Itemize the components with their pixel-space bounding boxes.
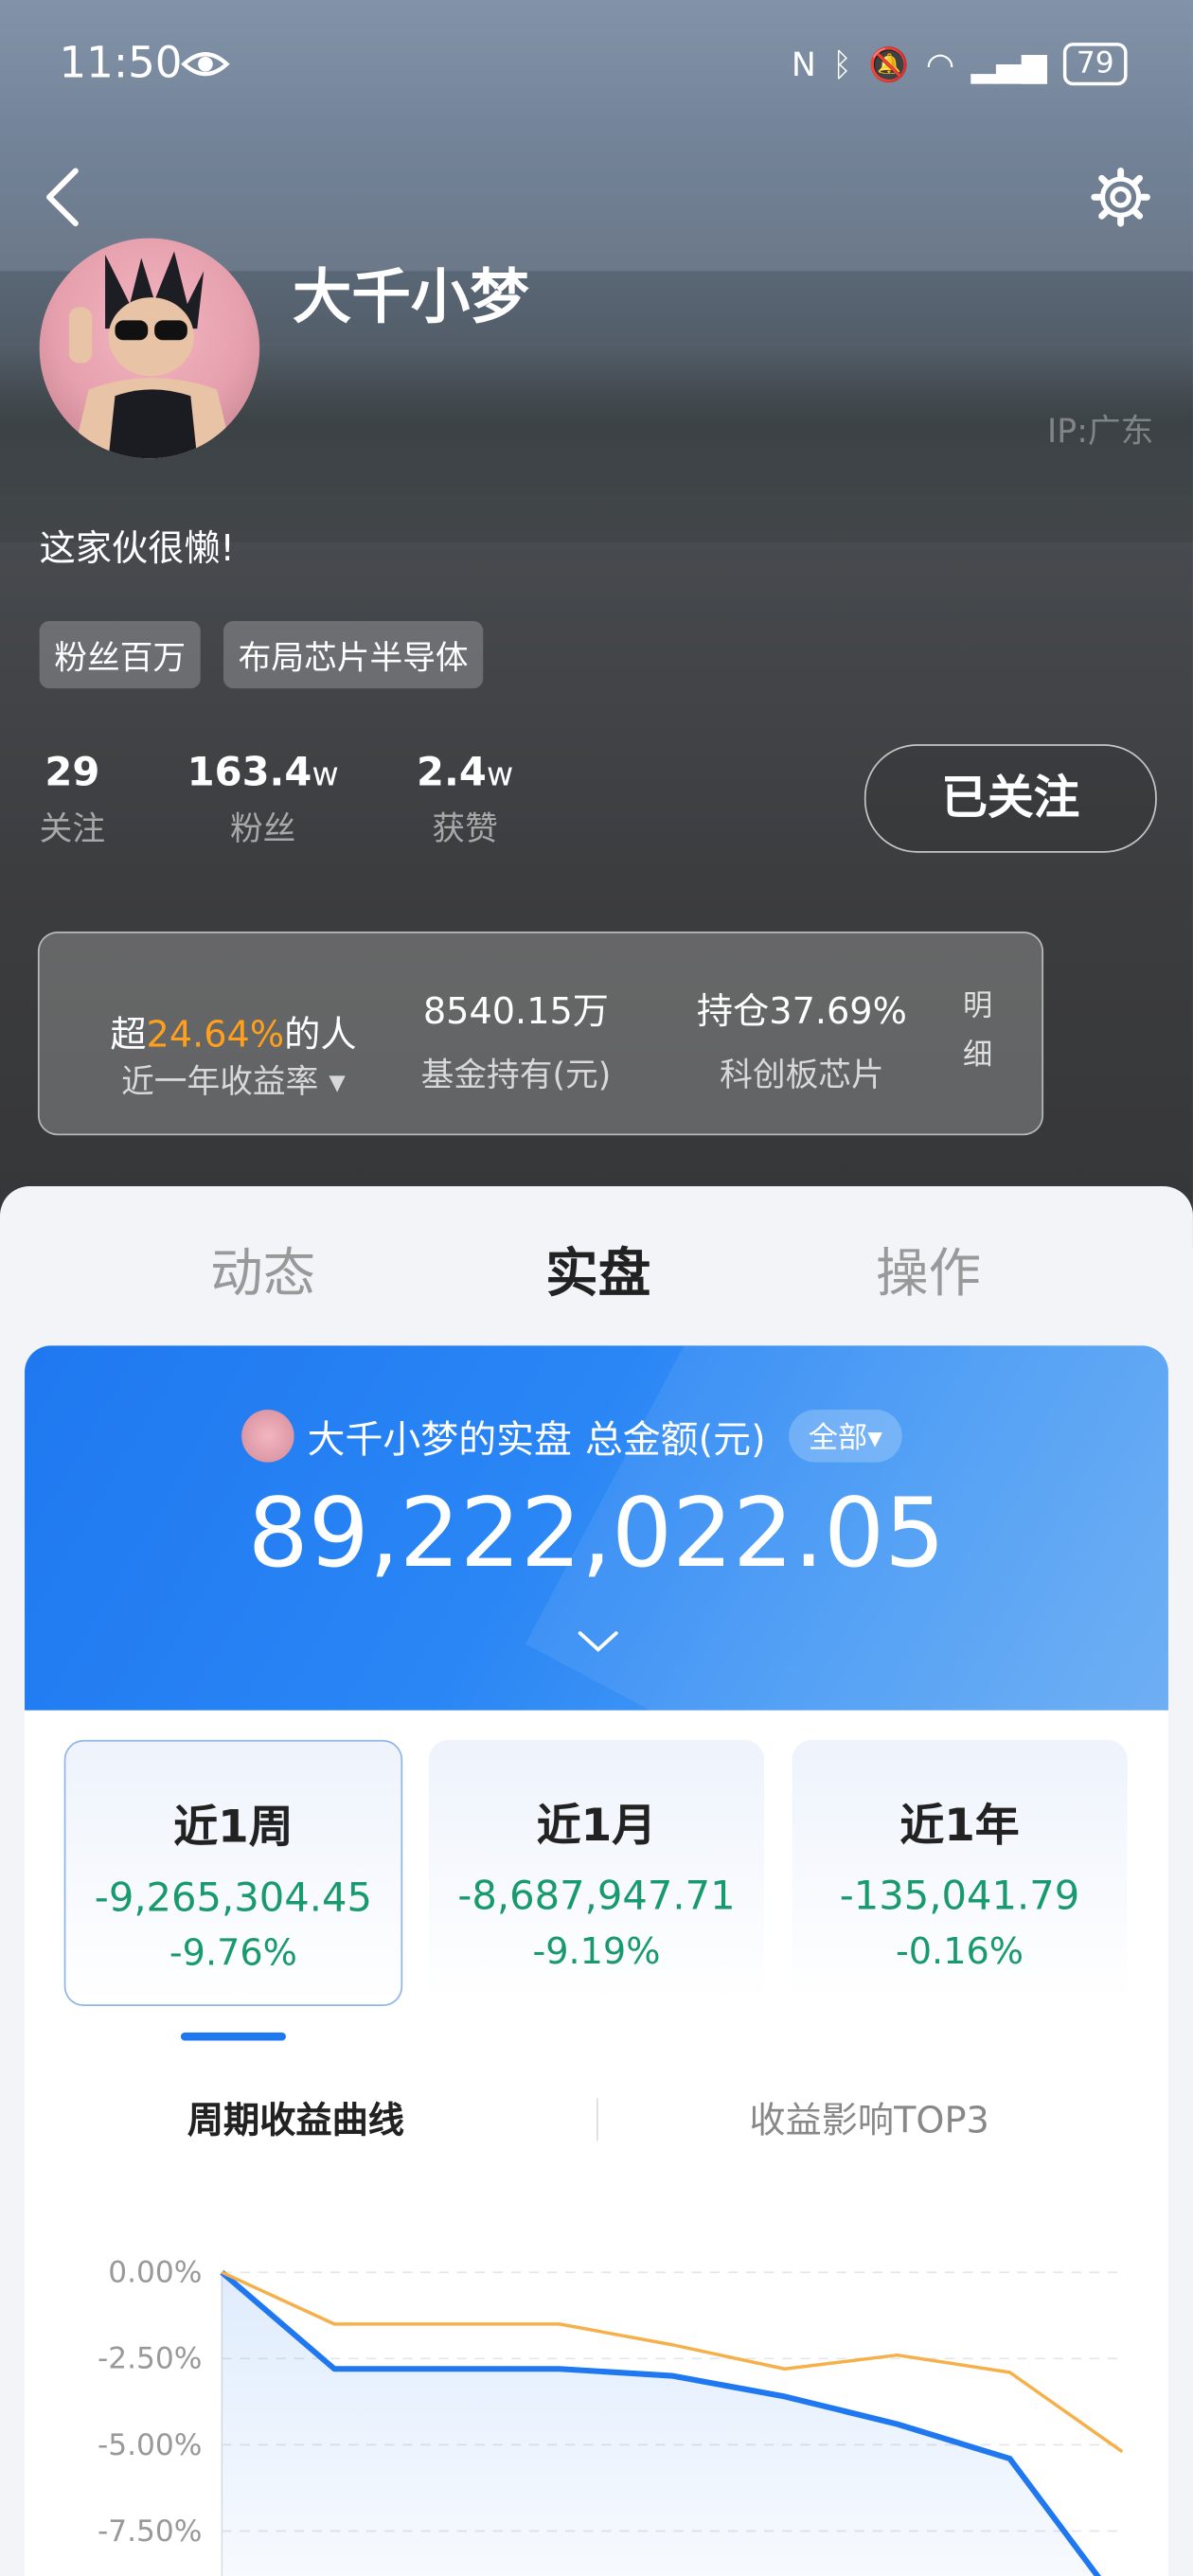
status-bar: 11:50 N ᛒ 🔕 ◠ ▂▄▆ 79 <box>0 0 1193 132</box>
period-card-month[interactable]: 近1月 -8,687,947.71 -9.19% <box>428 1739 765 2003</box>
profile-header: 11:50 N ᛒ 🔕 ◠ ▂▄▆ 79 大千小梦 IP:广东 这家伙很懒! 粉… <box>0 0 1193 1249</box>
mini-avatar <box>241 1410 294 1463</box>
stat-following[interactable]: 29 关注 <box>36 749 108 849</box>
account-total-card: 大千小梦的实盘 总金额(元) 全部▾ 89,222,022.05 <box>25 1345 1168 1711</box>
stat-fans[interactable]: 163.4w 粉丝 <box>177 749 347 849</box>
signal-icon: ▂▄▆ <box>970 44 1047 84</box>
stat-likes[interactable]: 2.4w 获赞 <box>407 749 522 849</box>
y-tick-label: 0.00% <box>108 2256 202 2290</box>
subtab-return-curve[interactable]: 周期收益曲线 <box>187 2091 404 2144</box>
tag[interactable]: 粉丝百万 <box>39 621 201 689</box>
tag-list: 粉丝百万 布局芯片半导体 <box>39 621 484 689</box>
period-card-year[interactable]: 近1年 -135,041.79 -0.16% <box>792 1739 1128 2003</box>
summary-card[interactable]: 超24.64%的人 近一年收益率 ▾ 8540.15万 基金持有(元) 持仓37… <box>37 932 1044 1136</box>
subtab-top3[interactable]: 收益影响TOP3 <box>749 2091 988 2144</box>
detail-link[interactable]: 明细 <box>963 983 996 1081</box>
dropdown-triangle-icon[interactable]: ▾ <box>329 1061 345 1101</box>
ip-location: IP:广东 <box>1047 410 1154 451</box>
performance-panel: 近1周 -9,265,304.45 -9.76% 近1月 -8,687,947.… <box>25 1710 1168 2576</box>
scope-dropdown[interactable]: 全部▾ <box>788 1410 902 1463</box>
fund-holding: 8540.15万 基金持有(元) <box>420 992 612 1094</box>
tab-posts[interactable]: 动态 <box>210 1233 315 1308</box>
position-ratio: 持仓37.69% 科创板芯片 <box>696 992 907 1094</box>
bluetooth-icon: ᛒ <box>832 44 852 84</box>
content-sheet: 动态 实盘 操作 大千小梦的实盘 总金额(元) 全部▾ 89,222,022.0… <box>0 1186 1193 2576</box>
y-tick-label: -5.00% <box>98 2428 202 2462</box>
dropdown-triangle-icon: ▾ <box>867 1421 882 1456</box>
selected-period-indicator <box>180 2032 286 2041</box>
yearly-beat: 超24.64%的人 近一年收益率 ▾ <box>110 1015 357 1101</box>
status-time: 11:50 <box>59 39 183 89</box>
chevron-down-icon[interactable] <box>575 1628 621 1655</box>
username: 大千小梦 <box>292 264 529 332</box>
tag[interactable]: 布局芯片半导体 <box>223 621 484 689</box>
total-amount: 89,222,022.05 <box>247 1477 946 1590</box>
app-screen: 11:50 N ᛒ 🔕 ◠ ▂▄▆ 79 大千小梦 IP:广东 这家伙很懒! 粉… <box>0 0 1193 2576</box>
period-card-week[interactable]: 近1周 -9,265,304.45 -9.76% <box>63 1739 403 2007</box>
bio: 这家伙很懒! <box>39 528 235 571</box>
total-label: 总金额(元) <box>584 1419 766 1463</box>
account-title: 大千小梦的实盘 <box>307 1419 572 1463</box>
eye-icon <box>181 52 230 77</box>
wifi-icon: ◠ <box>925 44 955 84</box>
tab-portfolio[interactable]: 实盘 <box>545 1233 650 1308</box>
return-curve-chart: 0.00%-2.50%-5.00%-7.50%-10.00% <box>98 2256 1124 2576</box>
avatar-figure <box>68 251 234 459</box>
tab-operations[interactable]: 操作 <box>876 1233 981 1308</box>
settings-gear-icon[interactable] <box>1088 161 1153 233</box>
nfc-icon: N <box>791 44 816 84</box>
y-tick-label: -2.50% <box>98 2342 202 2376</box>
back-icon[interactable] <box>33 161 98 233</box>
battery-icon: 79 <box>1063 43 1128 86</box>
avatar[interactable] <box>39 238 260 459</box>
primary-series-area <box>222 2272 1098 2576</box>
main-tabs: 动态 实盘 操作 <box>0 1186 1193 1341</box>
follow-button[interactable]: 已关注 <box>864 744 1157 853</box>
account-header: 大千小梦的实盘 总金额(元) 全部▾ <box>241 1408 902 1464</box>
mute-icon: 🔕 <box>868 44 910 84</box>
y-tick-label: -7.50% <box>98 2514 202 2549</box>
status-icons: N ᛒ 🔕 ◠ ▂▄▆ 79 <box>791 43 1128 86</box>
